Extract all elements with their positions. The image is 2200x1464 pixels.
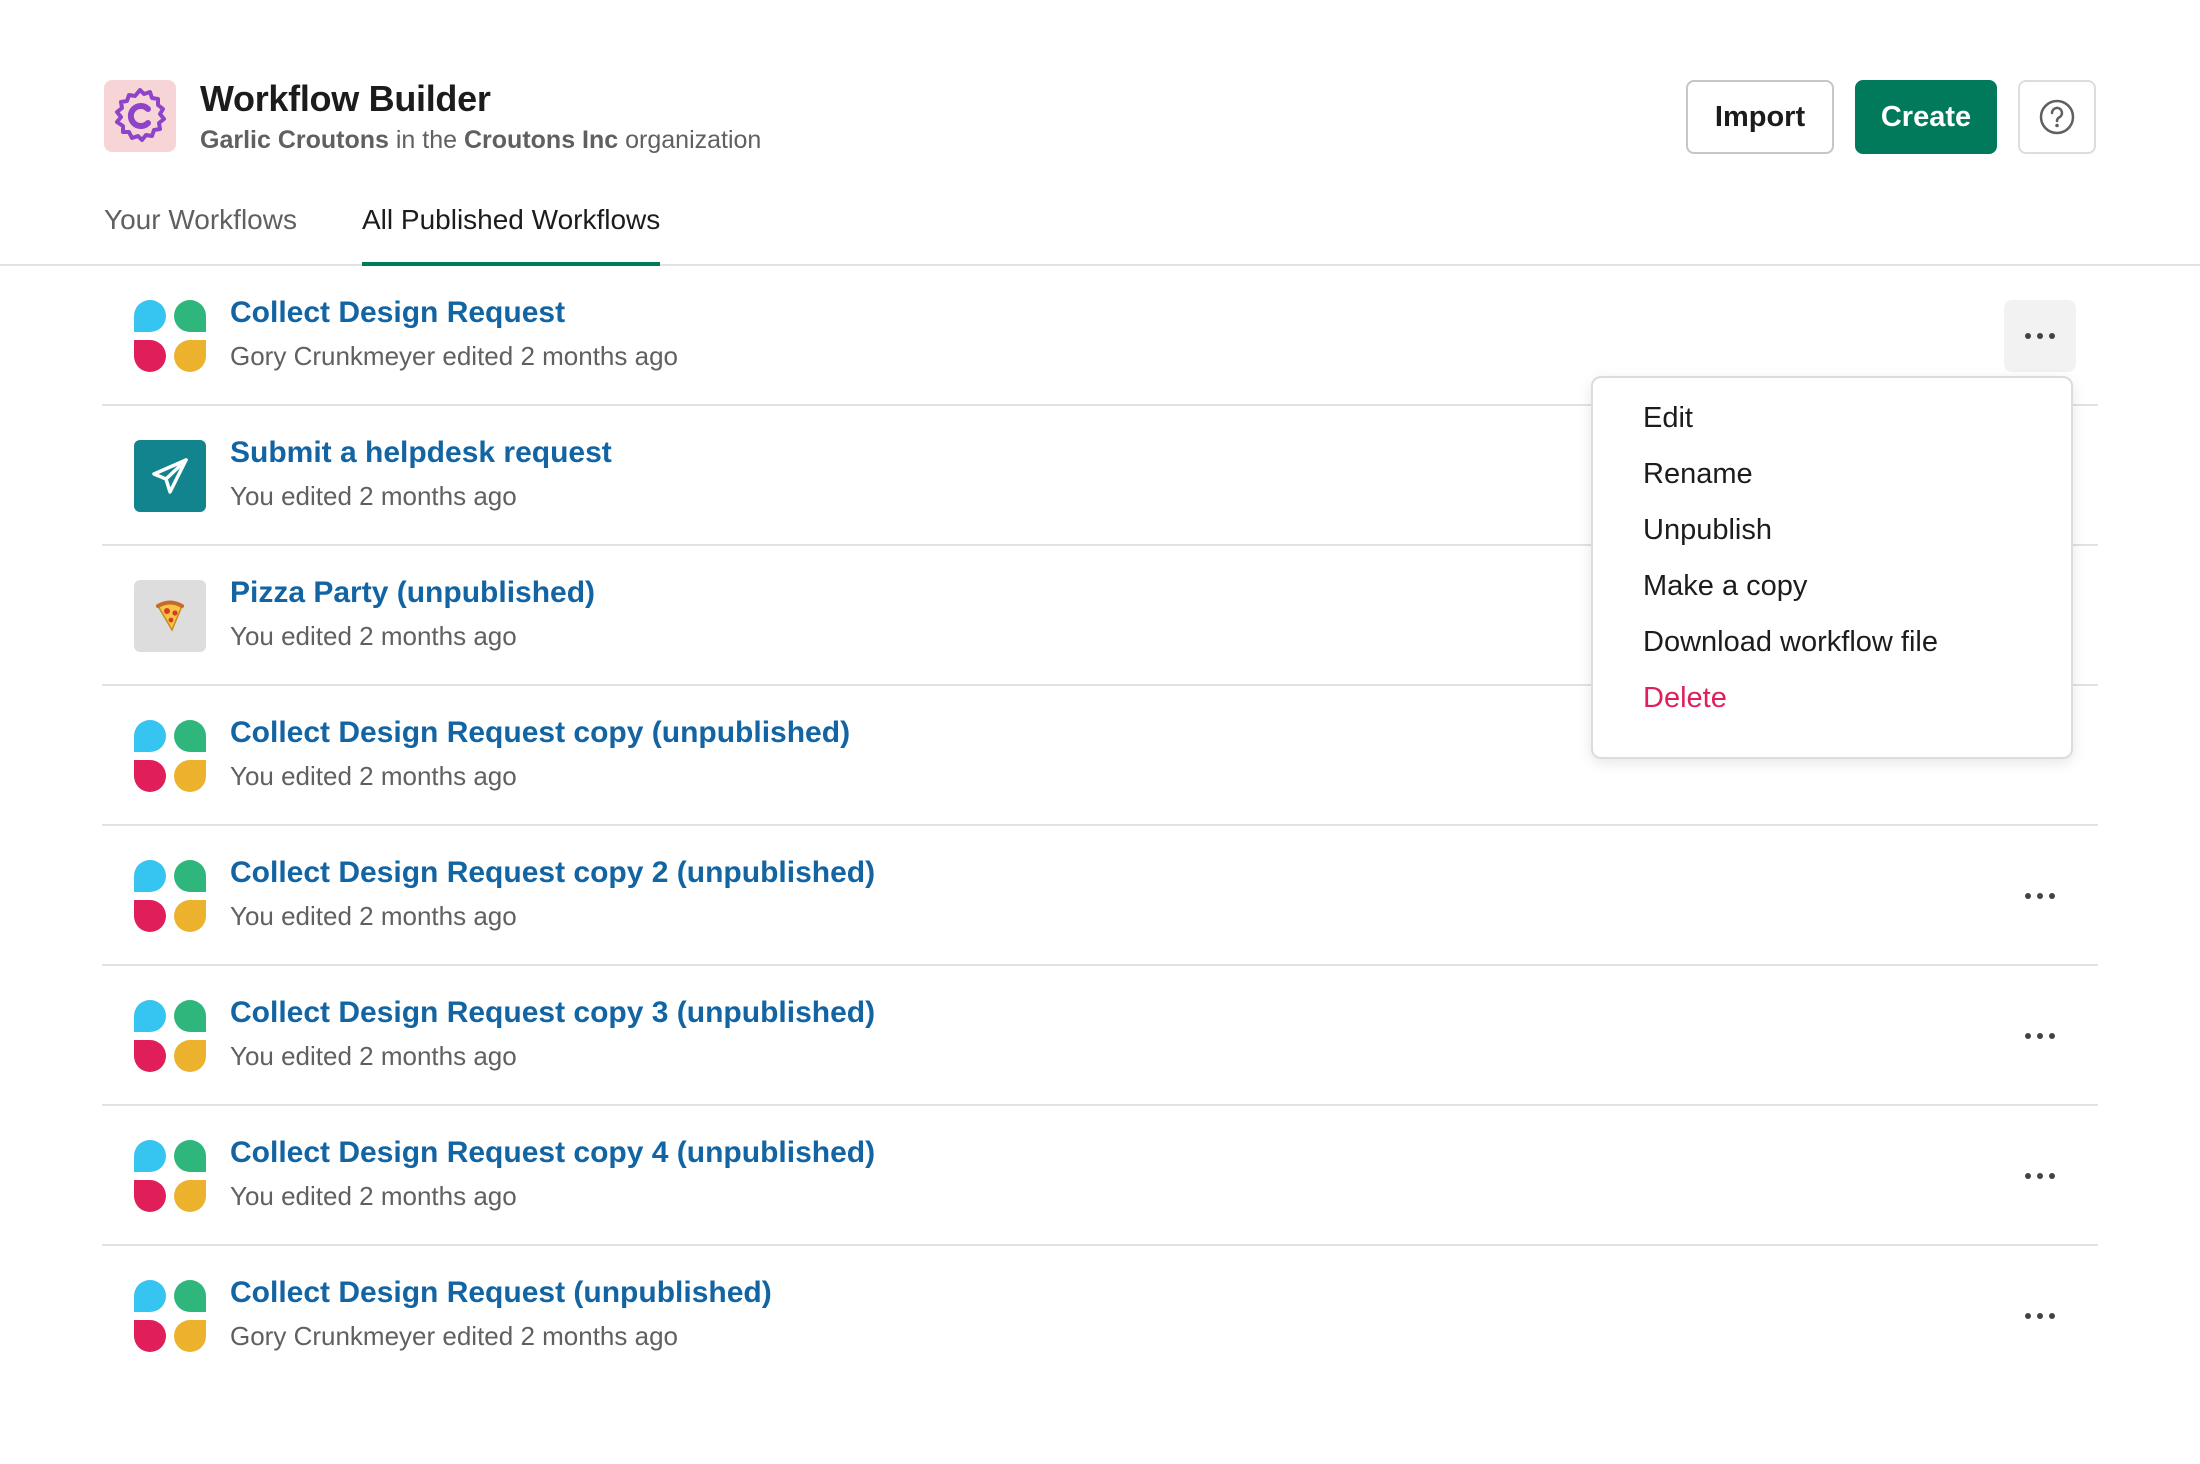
more-horizontal-icon — [2025, 1033, 2055, 1039]
workflow-edited-text: You edited 2 months ago — [230, 481, 517, 511]
workflow-title[interactable]: Collect Design Request copy 2 (unpublish… — [230, 856, 875, 890]
page-title: Workflow Builder — [200, 78, 491, 119]
workflow-edited-text: Gory Crunkmeyer edited 2 months ago — [230, 341, 678, 371]
workflow-builder-logo — [104, 80, 176, 152]
workflow-title[interactable]: Collect Design Request copy 3 (unpublish… — [230, 996, 875, 1030]
more-options-button[interactable] — [2004, 1000, 2076, 1072]
org-mid-text: in the — [395, 126, 458, 154]
more-horizontal-icon — [2025, 893, 2055, 899]
more-horizontal-icon — [2025, 1313, 2055, 1319]
quad-blocks-icon — [134, 1000, 206, 1072]
more-horizontal-icon — [2025, 333, 2055, 339]
workflow-tabs: Your Workflows All Published Workflows — [0, 196, 2200, 266]
tab-your-workflows[interactable]: Your Workflows — [104, 204, 297, 264]
org-suffix-text: organization — [625, 126, 762, 154]
tab-all-published-workflows[interactable]: All Published Workflows — [362, 204, 661, 266]
workflow-row[interactable]: Collect Design Request copy 2 (unpublish… — [102, 826, 2098, 966]
workflow-icon — [134, 440, 206, 512]
quad-blocks-icon — [134, 720, 206, 792]
quad-blocks-icon — [134, 1140, 206, 1212]
workflow-row[interactable]: Collect Design Request (unpublished) Gor… — [102, 1246, 2098, 1386]
workflow-icon — [134, 580, 206, 652]
workflow-edited-text: You edited 2 months ago — [230, 1041, 517, 1071]
org-subtitle: Garlic Croutons in the Croutons Inc orga… — [200, 126, 761, 155]
workflow-title[interactable]: Collect Design Request copy (unpublished… — [230, 716, 850, 750]
menu-item-edit[interactable]: Edit — [1593, 390, 2071, 446]
question-circle-icon — [2039, 99, 2075, 135]
paper-plane-icon — [152, 458, 188, 494]
more-options-button[interactable] — [2004, 300, 2076, 372]
quad-blocks-icon — [134, 300, 206, 372]
menu-item-rename[interactable]: Rename — [1593, 446, 2071, 502]
more-options-button[interactable] — [2004, 860, 2076, 932]
menu-item-delete[interactable]: Delete — [1593, 670, 2071, 726]
workflow-title[interactable]: Collect Design Request copy 4 (unpublish… — [230, 1136, 875, 1170]
pizza-icon — [156, 600, 184, 632]
workflow-edited-text: You edited 2 months ago — [230, 621, 517, 651]
quad-blocks-icon — [134, 1280, 206, 1352]
page-header: Workflow Builder Garlic Croutons in the … — [104, 78, 2096, 160]
more-horizontal-icon — [2025, 1173, 2055, 1179]
workflow-options-menu: Edit Rename Unpublish Make a copy Downlo… — [1591, 376, 2073, 759]
workflow-row[interactable]: Collect Design Request copy 4 (unpublish… — [102, 1106, 2098, 1246]
more-options-button[interactable] — [2004, 1280, 2076, 1352]
workflow-title[interactable]: Pizza Party (unpublished) — [230, 576, 595, 610]
quad-blocks-icon — [134, 860, 206, 932]
menu-item-unpublish[interactable]: Unpublish — [1593, 502, 2071, 558]
workflow-title[interactable]: Collect Design Request (unpublished) — [230, 1276, 772, 1310]
workflow-edited-text: You edited 2 months ago — [230, 901, 517, 931]
create-button[interactable]: Create — [1855, 80, 1997, 154]
workflow-edited-text: Gory Crunkmeyer edited 2 months ago — [230, 1321, 678, 1351]
workflow-title[interactable]: Collect Design Request — [230, 296, 565, 330]
menu-item-make-copy[interactable]: Make a copy — [1593, 558, 2071, 614]
workflow-row[interactable]: Collect Design Request copy 3 (unpublish… — [102, 966, 2098, 1106]
workflow-title[interactable]: Submit a helpdesk request — [230, 436, 612, 470]
workflow-edited-text: You edited 2 months ago — [230, 1181, 517, 1211]
import-button[interactable]: Import — [1686, 80, 1834, 154]
copyright-c-icon — [115, 88, 166, 142]
menu-item-download-workflow-file[interactable]: Download workflow file — [1593, 614, 2071, 670]
org-user: Garlic Croutons — [200, 126, 389, 154]
help-button[interactable] — [2018, 80, 2096, 154]
workflow-edited-text: You edited 2 months ago — [230, 761, 517, 791]
more-options-button[interactable] — [2004, 1140, 2076, 1212]
org-name: Croutons Inc — [464, 126, 619, 154]
